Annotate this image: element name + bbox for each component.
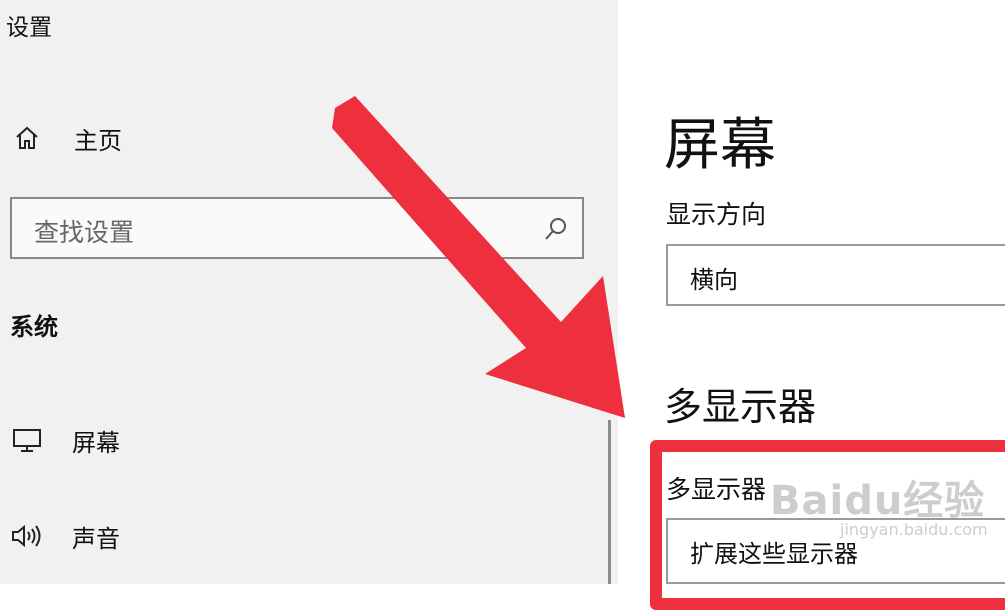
orientation-label: 显示方向 [666, 200, 767, 229]
sidebar-scrollbar[interactable] [608, 420, 611, 584]
search-placeholder: 查找设置 [34, 218, 135, 247]
search-input[interactable]: 查找设置 [10, 197, 584, 259]
search-icon[interactable] [542, 215, 570, 243]
sidebar-item-screen[interactable]: 屏幕 [10, 418, 120, 462]
sidebar-item-label: 屏幕 [72, 428, 120, 457]
monitor-icon [10, 423, 44, 457]
watermark-brand: Baidu经验 [770, 478, 986, 524]
orientation-dropdown[interactable]: 横向 [666, 244, 1005, 306]
app-title: 设置 [6, 15, 52, 41]
sidebar-group-title: 系统 [10, 313, 58, 341]
speaker-icon [10, 519, 44, 553]
sidebar-item-label: 主页 [74, 126, 122, 155]
sidebar: 设置 主页 查找设置 系统 屏幕 声音 [0, 0, 618, 584]
sidebar-item-sound[interactable]: 声音 [10, 514, 120, 558]
page-title: 屏幕 [664, 113, 776, 178]
home-icon [12, 123, 42, 153]
orientation-value: 横向 [690, 266, 738, 294]
sidebar-item-home[interactable]: 主页 [12, 118, 122, 158]
watermark: Baidu经验 jingyan.baidu.com [770, 468, 988, 539]
multi-display-section-title: 多显示器 [664, 385, 817, 429]
sidebar-item-label: 声音 [72, 524, 120, 553]
watermark-url: jingyan.baidu.com [840, 520, 988, 539]
